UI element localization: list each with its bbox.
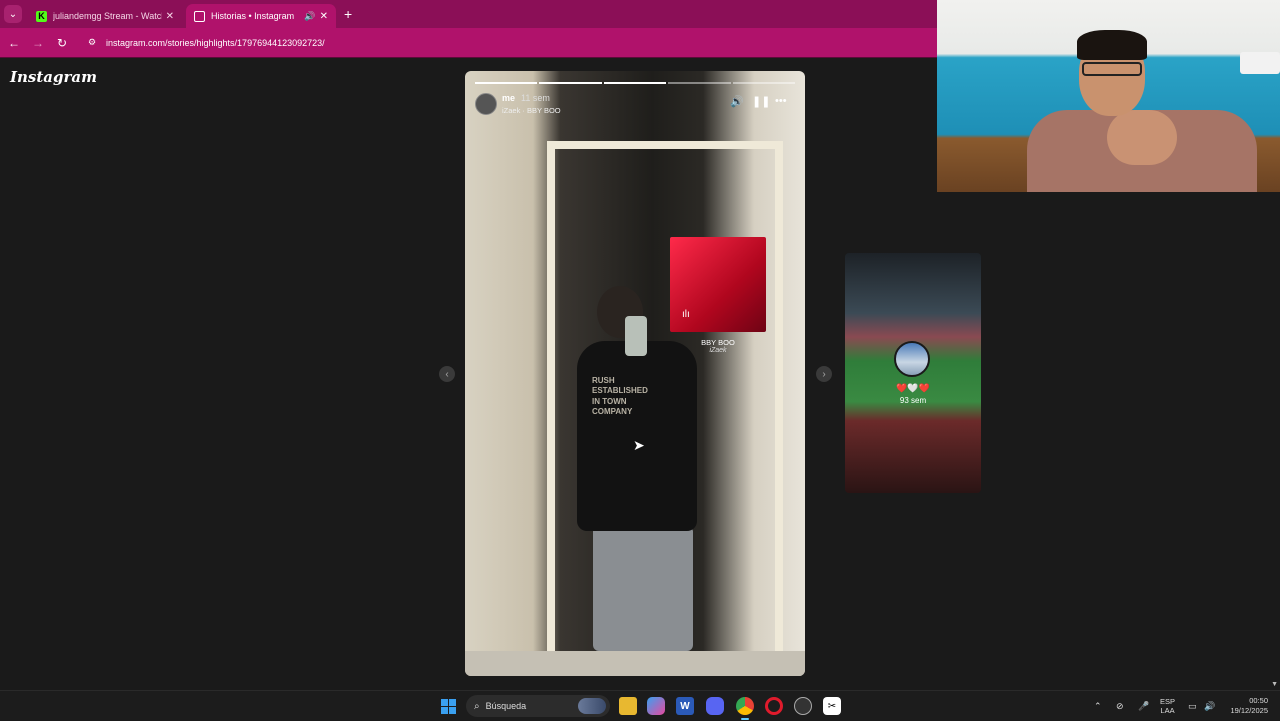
copilot-icon[interactable]	[647, 697, 665, 715]
next-story-preview[interactable]: ❤️🤍❤️ 93 sem	[845, 253, 981, 493]
mouse-cursor-icon: ➤	[633, 437, 645, 453]
tab-label: juliandemgg Stream - Watch Li	[53, 11, 162, 21]
network-off-icon: ⊘	[1116, 700, 1124, 711]
webcam-air-conditioner	[1240, 52, 1280, 74]
music-sticker-cover[interactable]: ılı	[670, 237, 766, 332]
shirt-print-text: RUSH ESTABLISHED IN TOWN COMPANY	[592, 376, 648, 417]
story-viewer[interactable]: RUSH ESTABLISHED IN TOWN COMPANY me 11 s…	[465, 71, 805, 676]
speaker-icon: 🔊	[1204, 700, 1216, 711]
chevron-left-icon: ‹	[445, 368, 449, 380]
story-username[interactable]: me	[502, 93, 515, 103]
word-icon[interactable]: W	[676, 697, 694, 715]
file-explorer-icon[interactable]	[619, 697, 637, 715]
webcam-person-hands	[1107, 110, 1177, 165]
clock-date: 19/12/2025	[1230, 706, 1268, 715]
word-letter: W	[680, 700, 690, 712]
instagram-icon	[194, 10, 205, 22]
tab-instagram-stories[interactable]: Historias • Instagram 🔊 ✕	[186, 4, 336, 28]
clock-time: 00:50	[1249, 696, 1268, 706]
show-hidden-icons-button[interactable]: ⌃	[1094, 691, 1102, 721]
previous-story-button[interactable]: ‹	[439, 366, 455, 382]
network-status-icon[interactable]: ⊘	[1116, 691, 1124, 721]
progress-segment	[539, 82, 602, 84]
tab-audio-icon[interactable]: 🔊	[304, 11, 315, 22]
microphone-icon[interactable]: 🎤	[1138, 691, 1149, 721]
reload-button[interactable]: ↻	[50, 36, 74, 50]
progress-segment	[668, 82, 731, 84]
start-button[interactable]	[439, 697, 457, 715]
chrome-icon[interactable]	[736, 697, 754, 715]
scroll-down-icon[interactable]: ▼	[1271, 681, 1278, 688]
next-story-timestamp: 93 sem	[899, 396, 927, 405]
capcut-icon[interactable]: ✂	[823, 697, 841, 715]
keyboard-layout: LAA	[1160, 706, 1175, 715]
webcam-overlay	[937, 0, 1280, 192]
search-label: Búsqueda	[485, 701, 527, 711]
webcam-person-hair	[1077, 30, 1147, 60]
site-info-icon[interactable]: ⚙	[88, 37, 102, 48]
taskbar-search[interactable]: ⌕ Búsqueda	[466, 695, 610, 717]
avatar	[894, 341, 930, 377]
windows-icon	[440, 698, 456, 714]
mic-icon: 🎤	[1138, 700, 1150, 711]
progress-segment	[475, 82, 538, 84]
story-image-phone	[625, 316, 647, 356]
volume-icon[interactable]: 🔊	[1204, 691, 1215, 721]
system-clock[interactable]: 00:50 19/12/2025	[1224, 691, 1268, 721]
progress-segment	[732, 82, 796, 84]
tab-search-button[interactable]: ⌄	[4, 5, 22, 23]
tab-kick-stream[interactable]: K juliandemgg Stream - Watch Li ✕	[28, 4, 182, 28]
chevron-right-icon: ›	[822, 368, 826, 380]
new-tab-button[interactable]: +	[344, 6, 352, 22]
kick-icon: K	[36, 10, 47, 22]
pause-button[interactable]: ❚❚	[752, 95, 770, 108]
story-image-person-legs	[593, 526, 693, 651]
monitor-icon: ▭	[1188, 700, 1197, 711]
story-image-person-body	[577, 341, 697, 531]
story-image-floor	[465, 651, 805, 676]
close-tab-button[interactable]: ✕	[320, 11, 328, 22]
language-code: ESP	[1160, 697, 1176, 706]
forward-button[interactable]: →	[26, 36, 50, 50]
music-sticker-title: BBY BOO	[701, 338, 735, 347]
input-language-indicator[interactable]: ESP LAA	[1160, 691, 1175, 721]
next-story-title: ❤️🤍❤️	[896, 383, 930, 393]
search-icon: ⌕	[474, 700, 480, 712]
avatar[interactable]	[475, 93, 497, 115]
address-bar[interactable]: instagram.com/stories/highlights/1797694…	[106, 38, 325, 48]
chevron-up-icon: ⌃	[1094, 700, 1102, 711]
next-story-button[interactable]: ›	[816, 366, 832, 382]
search-highlight-image	[578, 698, 606, 714]
windows-taskbar: ⌕ Búsqueda W ✂ ⌃ ⊘ 🎤 ESP LAA ▭ 🔊 00:50 1…	[0, 690, 1280, 720]
back-button[interactable]: ←	[2, 36, 26, 50]
webcam-person-glasses	[1082, 62, 1142, 76]
capcut-glyph: ✂	[827, 700, 837, 712]
display-icon[interactable]: ▭	[1188, 691, 1197, 721]
discord-icon[interactable]	[706, 697, 724, 715]
story-timestamp: 11 sem	[521, 93, 550, 103]
close-tab-button[interactable]: ✕	[166, 11, 174, 22]
obs-icon[interactable]	[794, 697, 812, 715]
more-options-button[interactable]: •••	[775, 95, 787, 107]
story-music-label[interactable]: iZaek · BBY BOO	[502, 106, 561, 115]
story-progress-bar	[475, 82, 796, 84]
music-sticker-artist: iZaek	[709, 347, 727, 354]
tab-label: Historias • Instagram	[211, 11, 295, 21]
browser-tabbar: ⌄ K juliandemgg Stream - Watch Li ✕ Hist…	[0, 0, 937, 28]
opera-icon[interactable]	[765, 697, 783, 715]
progress-segment	[603, 82, 667, 84]
audio-wave-icon: ılı	[682, 309, 690, 320]
story-header: me 11 sem iZaek · BBY BOO 🔊 ❚❚ •••	[475, 93, 795, 117]
browser-toolbar: ← → ↻ ⚙ instagram.com/stories/highlights…	[0, 28, 937, 57]
instagram-logo[interactable]: Instagram	[10, 68, 97, 86]
chevron-down-icon: ⌄	[8, 8, 18, 20]
mute-button[interactable]: 🔊	[730, 95, 744, 108]
